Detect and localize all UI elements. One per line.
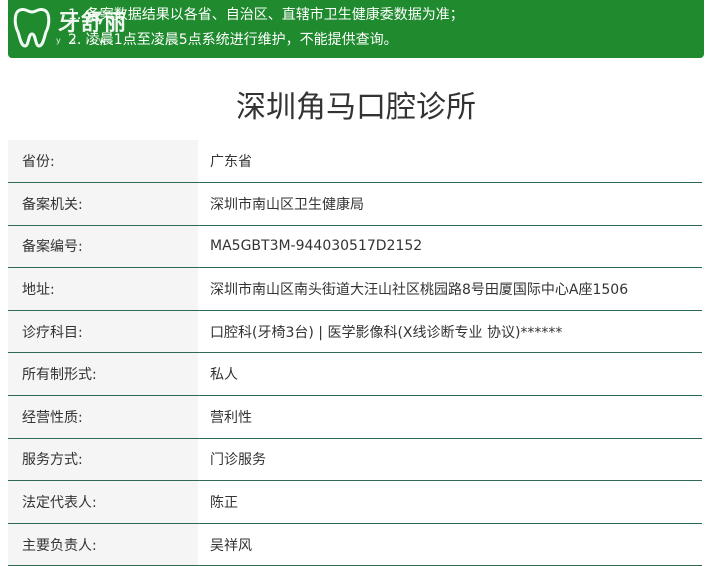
notice-banner: 牙舒丽 y s l w 1. 备案数据结果以各省、自治区、直辖市卫生健康委数据为… [8, 0, 704, 58]
table-row: 法定代表人: 陈正 [8, 480, 702, 524]
row-value: 深圳市南山区南头街道大汪山社区桃园路8号田厦国际中心A座1506 [198, 267, 702, 311]
row-value: 深圳市南山区卫生健康局 [198, 182, 702, 226]
row-value: 陈正 [198, 480, 702, 524]
row-value: 口腔科(牙椅3台) | 医学影像科(X线诊断专业 协议)****** [198, 310, 702, 354]
table-row: 备案编号: MA5GBT3M-944030517D2152 [8, 225, 702, 269]
page-title: 深圳角马口腔诊所 [236, 90, 476, 125]
row-value: 门诊服务 [198, 438, 702, 482]
row-label: 法定代表人: [8, 480, 198, 524]
row-label: 备案机关: [8, 182, 198, 226]
notice-line-2: 2. 凌晨1点至凌晨5点系统进行维护，不能提供查询。 [68, 32, 398, 48]
row-value: MA5GBT3M-944030517D2152 [198, 225, 702, 269]
row-label: 服务方式: [8, 438, 198, 482]
row-value: 吴祥风 [198, 523, 702, 566]
row-label: 诊疗科目: [8, 310, 198, 354]
table-row: 所有制形式: 私人 [8, 352, 702, 397]
notice-line-1: 1. 备案数据结果以各省、自治区、直辖市卫生健康委数据为准； [68, 7, 464, 23]
table-row: 主要负责人: 吴祥风 [8, 523, 702, 566]
table-row: 省份: 广东省 [8, 140, 702, 184]
table-row: 经营性质: 营利性 [8, 395, 702, 439]
row-label: 主要负责人: [8, 523, 198, 566]
tooth-icon [13, 7, 51, 48]
table-row: 诊疗科目: 口腔科(牙椅3台) | 医学影像科(X线诊断专业 协议)****** [8, 310, 702, 354]
row-label: 地址: [8, 267, 198, 311]
row-label: 备案编号: [8, 225, 198, 269]
row-label: 经营性质: [8, 395, 198, 439]
row-value: 私人 [198, 352, 702, 397]
info-table: 省份: 广东省 备案机关: 深圳市南山区卫生健康局 备案编号: MA5GBT3M… [8, 140, 702, 566]
row-label: 所有制形式: [8, 352, 198, 397]
row-value: 营利性 [198, 395, 702, 439]
table-row: 服务方式: 门诊服务 [8, 438, 702, 482]
row-label: 省份: [8, 140, 198, 184]
table-row: 地址: 深圳市南山区南头街道大汪山社区桃园路8号田厦国际中心A座1506 [8, 267, 702, 311]
table-row: 备案机关: 深圳市南山区卫生健康局 [8, 182, 702, 226]
row-value: 广东省 [198, 140, 702, 184]
